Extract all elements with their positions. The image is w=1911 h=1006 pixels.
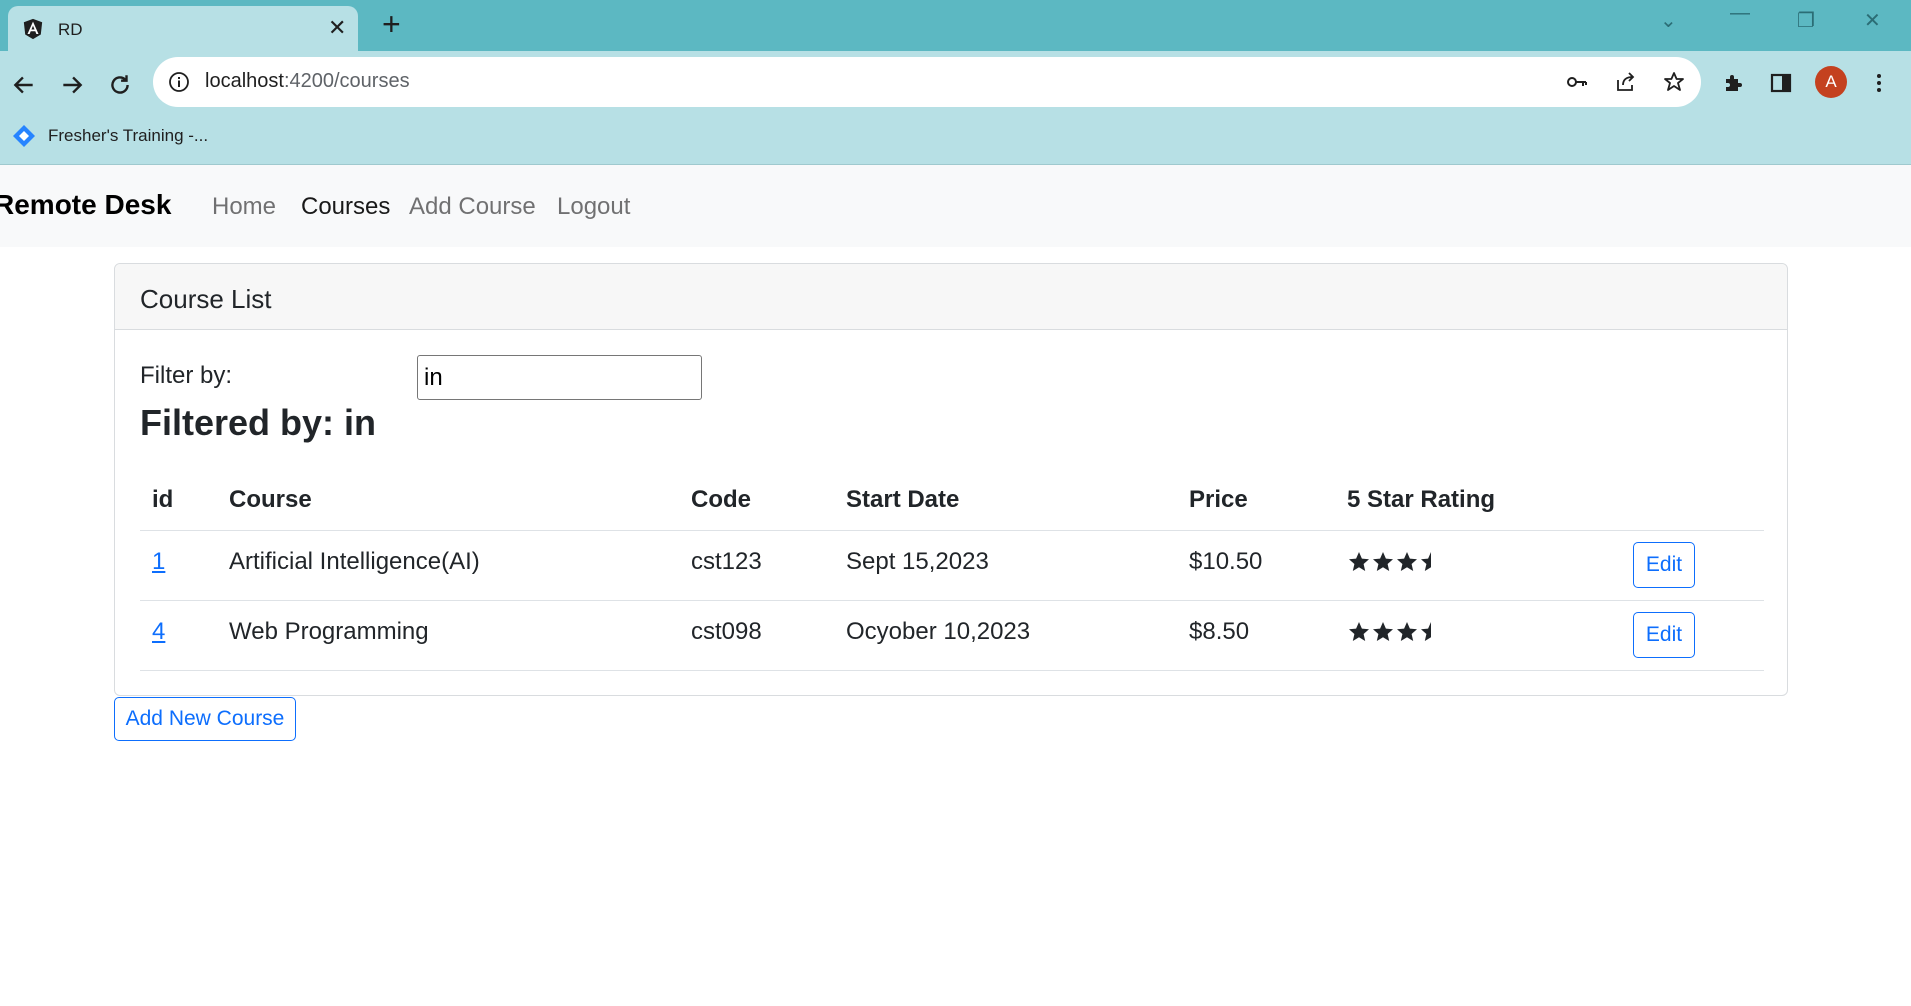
course-id-link[interactable]: 1: [152, 548, 165, 575]
browser-toolbar: localhost:4200/courses A Fresher's Train…: [0, 51, 1911, 165]
course-code-cell: cst098: [691, 618, 762, 645]
nav-link-home[interactable]: Home: [212, 193, 276, 221]
star-filled-icon: [1397, 552, 1417, 571]
column-header-price: Price: [1189, 486, 1248, 513]
brand-logo[interactable]: Remote Desk: [0, 189, 171, 221]
start-date-cell: Ocyober 10,2023: [846, 618, 1031, 645]
column-header-code: Code: [691, 486, 751, 513]
bookmark-label: Fresher's Training -...: [48, 126, 209, 145]
address-bar[interactable]: localhost:4200/courses: [153, 57, 1701, 107]
row-divider: [140, 670, 1764, 671]
column-header-course: Course: [229, 486, 312, 513]
star-outline-icon[interactable]: [1660, 68, 1688, 96]
app-navbar: Remote Desk Home Courses Add Course Logo…: [0, 165, 1911, 247]
tab-title: RD: [58, 20, 83, 39]
angular-icon: [23, 18, 43, 40]
star-rating: [1347, 620, 1431, 644]
star-half-icon: [1421, 552, 1431, 571]
price-cell: $8.50: [1189, 618, 1250, 645]
url-text: localhost:4200/courses: [205, 70, 410, 92]
reload-icon[interactable]: [102, 67, 138, 103]
diamond-icon: [13, 125, 35, 147]
price-cell: $10.50: [1189, 548, 1263, 575]
star-filled-icon: [1397, 622, 1417, 641]
column-header-start-date: Start Date: [846, 486, 960, 513]
nav-link-logout[interactable]: Logout: [557, 193, 630, 221]
avatar[interactable]: A: [1815, 66, 1847, 98]
star-filled-icon: [1349, 552, 1369, 571]
start-date-cell: Sept 15,2023: [846, 548, 989, 575]
row-divider: [140, 600, 1764, 601]
card-title: Course List: [140, 284, 272, 314]
course-list-card: Course List Filter by: Filtered by: in i…: [114, 263, 1788, 696]
column-header-id: id: [152, 486, 174, 513]
course-id-link[interactable]: 4: [152, 618, 165, 645]
nav-link-courses[interactable]: Courses: [301, 193, 390, 221]
browser-tab-strip: RD ✕ + ⌄ — ❐ ✕: [0, 0, 1911, 51]
minimize-icon[interactable]: —: [1730, 2, 1750, 25]
close-icon[interactable]: ✕: [328, 15, 346, 41]
course-name-cell: Web Programming: [229, 618, 429, 645]
browser-tab[interactable]: RD ✕: [8, 6, 358, 51]
side-panel-icon[interactable]: [1765, 67, 1797, 99]
star-filled-icon: [1373, 622, 1393, 641]
course-name-cell: Artificial Intelligence(AI): [229, 548, 480, 575]
add-new-course-button[interactable]: Add New Course: [114, 697, 296, 741]
key-icon[interactable]: [1563, 68, 1591, 96]
plus-icon[interactable]: +: [382, 6, 401, 42]
share-icon[interactable]: [1612, 68, 1640, 96]
header-divider: [140, 530, 1764, 531]
column-header-rating: 5 Star Rating: [1347, 486, 1496, 513]
edit-button[interactable]: Edit: [1633, 612, 1695, 658]
star-half-icon: [1421, 622, 1431, 641]
bookmark-item[interactable]: Fresher's Training -...: [12, 121, 208, 151]
tab-search-icon[interactable]: ⌄: [1660, 8, 1677, 33]
edit-button[interactable]: Edit: [1633, 542, 1695, 588]
restore-icon[interactable]: ❐: [1797, 8, 1815, 33]
filter-label: Filter by:: [140, 362, 233, 389]
kebab-menu-icon[interactable]: [1863, 67, 1895, 99]
course-id-cell: 4: [152, 618, 165, 646]
arrow-right-icon[interactable]: [54, 67, 90, 103]
course-code-cell: cst123: [691, 548, 762, 575]
puzzle-icon[interactable]: [1718, 67, 1750, 99]
star-filled-icon: [1349, 622, 1369, 641]
window-close-icon[interactable]: ✕: [1864, 8, 1881, 33]
info-icon[interactable]: [167, 70, 191, 94]
arrow-left-icon[interactable]: [6, 67, 42, 103]
star-filled-icon: [1373, 552, 1393, 571]
filter-input[interactable]: [417, 355, 702, 400]
card-header: Course List: [115, 264, 1787, 330]
course-id-cell: 1: [152, 548, 165, 576]
filtered-heading: Filtered by: in: [140, 402, 377, 443]
nav-link-add-course[interactable]: Add Course: [409, 193, 536, 221]
star-rating: [1347, 550, 1431, 574]
